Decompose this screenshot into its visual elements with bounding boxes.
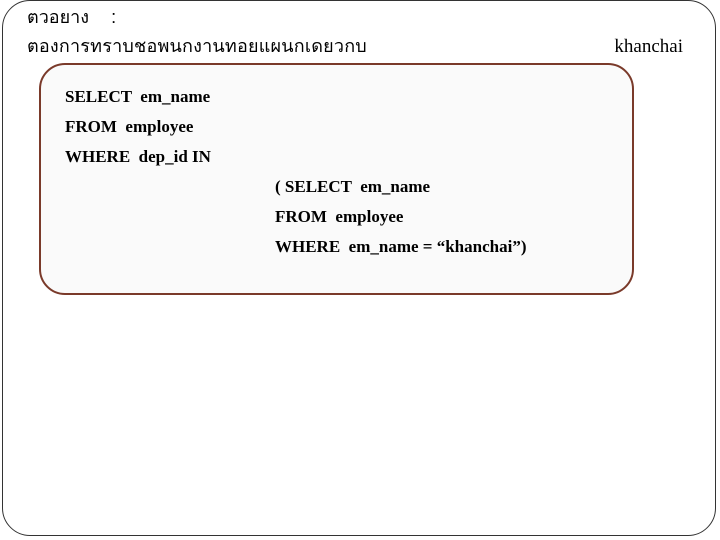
sql-line-where: WHERE dep_id IN [65,147,608,167]
sql-sub-select: ( SELECT em_name [275,177,608,197]
slide-header: ตวอยาง : ตองการทราบชอพนกงานทอยแผนกเดยวกบ… [27,2,691,60]
slide-frame: ตวอยาง : ตองการทราบชอพนกงานทอยแผนกเดยวกบ… [2,0,716,536]
example-label: ตวอยาง [27,2,89,31]
colon: : [111,7,116,28]
header-line-2: ตองการทราบชอพนกงานทอยแผนกเดยวกบ khanchai [27,31,691,60]
sql-subquery-block: ( SELECT em_name FROM employee WHERE em_… [275,177,608,257]
sql-sub-from: FROM employee [275,207,608,227]
name-value: khanchai [614,36,683,58]
description-text: ตองการทราบชอพนกงานทอยแผนกเดยวกบ [27,31,367,60]
sql-sub-where: WHERE em_name = “khanchai”) [275,237,608,257]
sql-line-select: SELECT em_name [65,87,608,107]
header-line-1: ตวอยาง : [27,2,691,31]
sql-code-box: SELECT em_name FROM employee WHERE dep_i… [39,63,634,295]
sql-line-from: FROM employee [65,117,608,137]
